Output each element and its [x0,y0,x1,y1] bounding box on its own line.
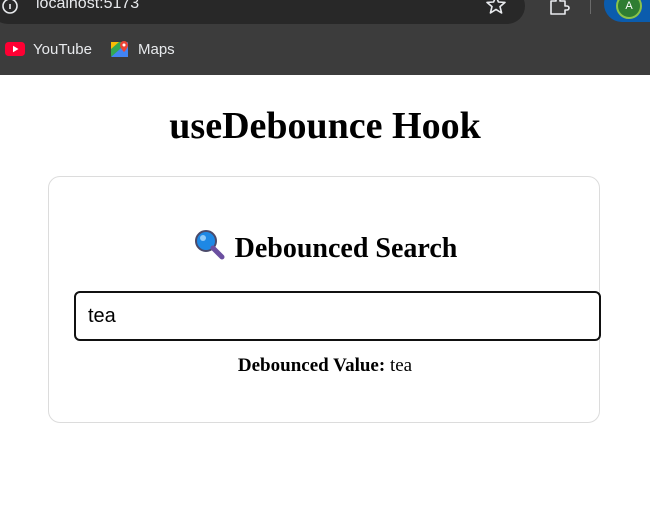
search-input[interactable] [74,291,601,341]
browser-toolbar: localhost:5173 A YouTube Maps [0,0,650,75]
bookmark-star-icon[interactable] [486,0,506,15]
debounced-label: Debounced Value: [237,355,386,376]
magnifying-glass-icon [194,230,225,260]
card-heading: Debounced Search [0,229,650,265]
debounced-value-line: Debounced Value: tea [0,355,650,377]
maps-icon [111,40,128,57]
youtube-icon [5,42,25,56]
card-heading-text: Debounced Search [234,233,458,264]
bookmark-maps[interactable]: Maps [111,38,175,60]
bookmark-youtube[interactable]: YouTube [5,38,92,60]
extensions-icon[interactable] [548,0,570,15]
debounced-value: tea [389,355,413,376]
bookmark-label: Maps [138,40,175,58]
bookmark-label: YouTube [33,40,92,58]
url-text[interactable]: localhost:5173 [36,0,139,13]
page-title: useDebounce Hook [169,105,481,147]
site-info-icon[interactable] [2,0,18,16]
toolbar-divider [590,0,591,14]
